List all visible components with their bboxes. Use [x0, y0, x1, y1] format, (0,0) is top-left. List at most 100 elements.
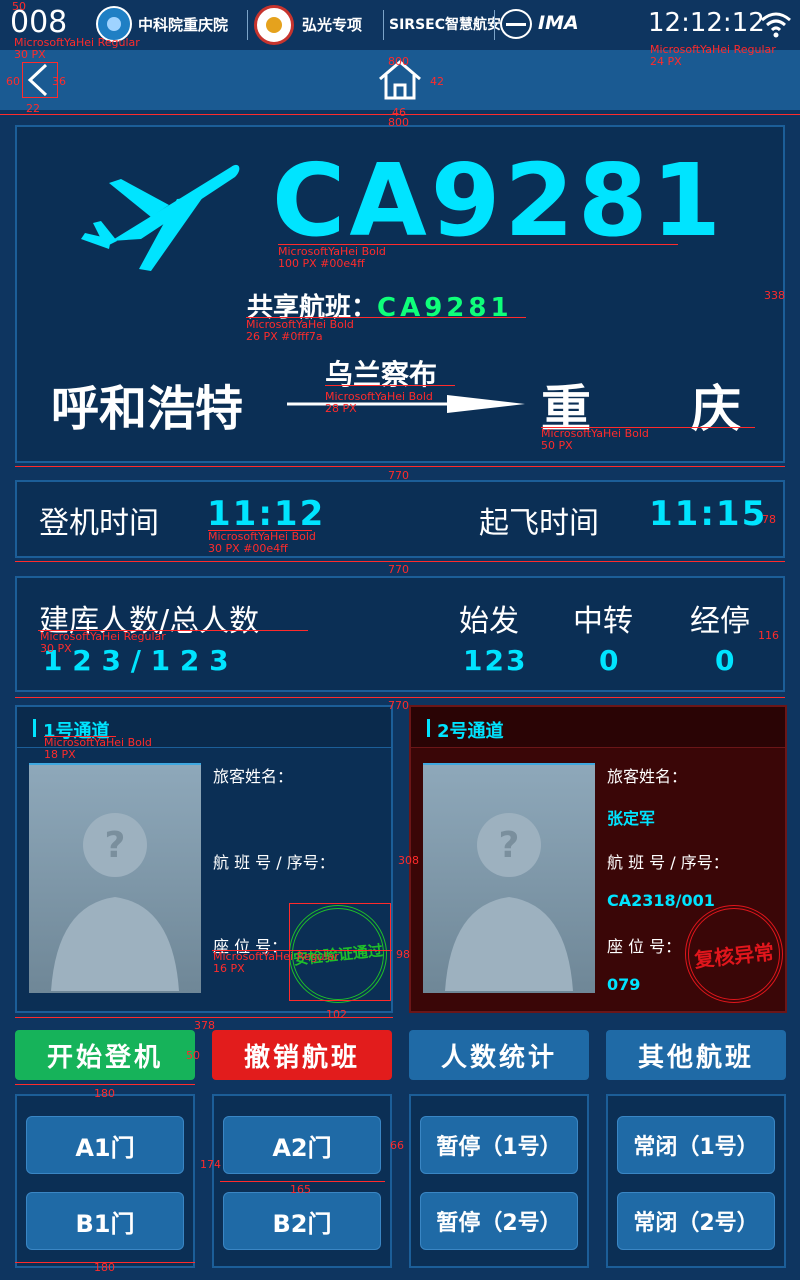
spec-label: 378 [194, 1019, 215, 1032]
stop-count-value: 0 [715, 644, 735, 677]
channel-2-header: 2号通道 [411, 707, 785, 748]
ima-logo-text: IMA [538, 12, 579, 34]
hongguang-logo-text: 弘光专项 [302, 16, 363, 34]
spec-label: 116 [758, 629, 779, 642]
pause-1-button[interactable]: 暂停（1号） [420, 1116, 578, 1174]
sirsec-logo-text: SIRSEC智慧航安 [389, 17, 501, 33]
spec-label: 42 [430, 75, 444, 88]
closed-1-button[interactable]: 常闭（1号） [617, 1116, 775, 1174]
gate-group-1: A1门 B1门 [15, 1094, 195, 1268]
spec-label: 338 [764, 289, 785, 302]
spec-box [22, 62, 58, 98]
header-bar [427, 719, 430, 737]
channel-2-title: 2号通道 [437, 721, 504, 742]
divider [383, 10, 384, 40]
spec-label: 16 PX [213, 962, 245, 975]
spec-line [220, 1181, 385, 1182]
spec-line [325, 385, 455, 386]
spec-label: 98 [396, 948, 410, 961]
person-placeholder-icon: ? [51, 813, 179, 991]
passenger-photo: ? [423, 763, 595, 993]
flight-seq-value: CA2318/001 [607, 891, 715, 910]
via-city: 乌兰察布 [325, 358, 438, 391]
boarding-time-value: 11:12 [207, 494, 326, 534]
wifi-icon [760, 10, 792, 38]
spec-label: 66 [390, 1139, 404, 1152]
svg-text:?: ? [105, 825, 126, 866]
spec-label: 180 [94, 1261, 115, 1274]
spec-label: 30 PX #00e4ff [208, 542, 288, 555]
divider [494, 10, 495, 40]
gate-b2-button[interactable]: B2门 [223, 1192, 381, 1250]
transfer-count-label: 中转 [573, 604, 633, 639]
spec-label: 770 [388, 563, 409, 576]
closed-2-button[interactable]: 常闭（2号） [617, 1192, 775, 1250]
boarding-time-label: 登机时间 [39, 506, 159, 541]
spec-label: 308 [398, 854, 419, 867]
name-value: 张定军 [607, 809, 656, 828]
spec-label: 800 [388, 116, 409, 129]
spec-label: 770 [388, 469, 409, 482]
spec-label: 800 [388, 55, 409, 68]
origin-city: 呼和浩特 [51, 381, 244, 437]
flight-number: CA9281 [272, 142, 726, 259]
spec-box [289, 903, 391, 1001]
person-placeholder-icon: ? [445, 813, 573, 991]
origin-count-value: 123 [463, 644, 528, 677]
pause-group: 暂停（1号） 暂停（2号） [409, 1094, 589, 1268]
cancel-flight-button[interactable]: 撤销航班 [212, 1030, 392, 1080]
passenger-photo: ? [29, 763, 201, 993]
svg-text:?: ? [499, 825, 520, 866]
spec-label: 165 [290, 1183, 311, 1196]
airplane-icon [81, 164, 240, 271]
spec-label: 28 PX [325, 402, 357, 415]
time-panel: 登机时间 11:12 起飞时间 11:15 [15, 480, 785, 558]
seat-label: 座 位 号： [607, 937, 682, 956]
origin-count-label: 始发 [459, 604, 519, 639]
start-boarding-button[interactable]: 开始登机 [15, 1030, 195, 1080]
spec-label: 50 [186, 1049, 200, 1062]
hongguang-logo-icon [254, 5, 294, 45]
spec-line [0, 114, 800, 115]
spec-line [15, 561, 785, 562]
spec-label: 770 [388, 699, 409, 712]
seat-value: 079 [607, 975, 641, 994]
closed-group: 常闭（1号） 常闭（2号） [606, 1094, 786, 1268]
shared-flight-number: CA9281 [377, 293, 513, 323]
gate-a2-button[interactable]: A2门 [223, 1116, 381, 1174]
gate-b1-button[interactable]: B1门 [26, 1192, 184, 1250]
transfer-count-value: 0 [599, 644, 619, 677]
departure-time-label: 起飞时间 [479, 506, 599, 541]
spec-label: 180 [94, 1087, 115, 1100]
spec-label: 174 [200, 1158, 221, 1171]
spec-label: 18 PX [44, 748, 76, 761]
spec-label: 24 PX [650, 55, 682, 68]
spec-line [15, 466, 785, 467]
spec-line [15, 697, 785, 698]
spec-label: 50 PX [541, 439, 573, 452]
spec-label: 102 [326, 1008, 347, 1021]
pause-2-button[interactable]: 暂停（2号） [420, 1192, 578, 1250]
spec-label: 60 [6, 75, 20, 88]
spec-label: 22 [26, 102, 40, 115]
spec-label: 78 [762, 513, 776, 526]
departure-time-value: 11:15 [649, 494, 768, 534]
cas-logo-text: 中科院重庆院 [138, 16, 229, 34]
clock: 12:12:12 [648, 8, 765, 38]
stamp-abnormal-text: 复核异常 [693, 939, 776, 972]
spec-label: 50 [12, 0, 26, 13]
stamp-abnormal: 复核异常 [685, 905, 783, 1003]
divider [247, 10, 248, 40]
spec-label: 26 PX #0fff7a [246, 330, 323, 343]
other-flights-button[interactable]: 其他航班 [606, 1030, 786, 1080]
stop-count-label: 经停 [690, 604, 750, 639]
spec-line [15, 1084, 195, 1085]
spec-line [15, 1017, 393, 1018]
spec-label: 100 PX #00e4ff [278, 257, 365, 270]
name-label: 旅客姓名： [213, 767, 294, 786]
spec-label: 30 PX [40, 642, 72, 655]
spec-label: 30 PX [14, 48, 46, 61]
gate-a1-button[interactable]: A1门 [26, 1116, 184, 1174]
passenger-stats-button[interactable]: 人数统计 [409, 1030, 589, 1080]
channel-2-panel: 2号通道 ? 旅客姓名： 张定军 航 班 号 / 序号： CA2318/001 … [409, 705, 787, 1013]
